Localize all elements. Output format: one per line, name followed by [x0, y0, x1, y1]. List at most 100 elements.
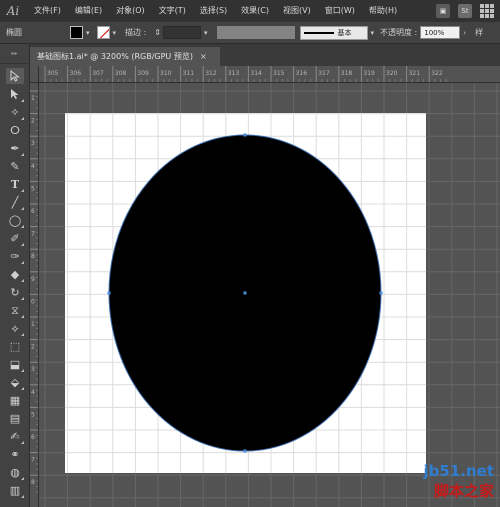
stroke-weight-dropdown-icon[interactable]: ▾	[204, 29, 208, 37]
close-icon[interactable]: ×	[200, 52, 207, 61]
curvature-tool-icon[interactable]: ✎	[6, 158, 24, 174]
menu-file[interactable]: 文件(F)	[26, 0, 68, 22]
ruler-label: 4	[31, 389, 35, 396]
stroke-weight-input[interactable]	[162, 26, 201, 39]
magic-wand-tool-icon[interactable]: ✧	[6, 104, 24, 120]
fill-dropdown-icon[interactable]: ▾	[86, 29, 90, 37]
anchor-point-top[interactable]	[243, 133, 247, 137]
pen-tool-icon[interactable]: ✒	[6, 140, 24, 156]
tools-panel: ▸▸ ✧ ⵔ ✒ ✎ T ╱ ◯ ✐ ✑ ◆ ↻ ⧖ ⟡ ⬚ ⬓ ⬙ ▦ ▤ ✍…	[0, 44, 30, 507]
ruler-label: 8	[31, 253, 35, 260]
shape-builder-tool-icon[interactable]: ⬓	[6, 356, 24, 372]
symbol-sprayer-tool-icon[interactable]: ◍	[6, 464, 24, 480]
bridge-icon[interactable]: ▣	[436, 4, 450, 18]
ruler-label: 313	[228, 70, 240, 77]
ruler-label: 3	[31, 366, 35, 373]
ruler-label: 320	[386, 70, 398, 77]
eraser-tool-icon[interactable]: ◆	[6, 266, 24, 282]
canvas[interactable]: jb51.net 脚本之家	[39, 83, 500, 507]
watermark-name: 脚本之家	[433, 482, 494, 500]
ruler-label: 315	[273, 70, 285, 77]
brush-dropdown-icon[interactable]: ▾	[371, 29, 375, 37]
watermark-url: jb51.net	[423, 462, 494, 480]
line-tool-icon[interactable]: ╱	[6, 194, 24, 210]
style-label[interactable]: 样	[475, 27, 483, 38]
anchor-point-left[interactable]	[107, 291, 111, 295]
eyedropper-tool-icon[interactable]: ✍	[6, 428, 24, 444]
gradient-tool-icon[interactable]: ▤	[6, 410, 24, 426]
ruler-label: 311	[183, 70, 195, 77]
brush-label: 基本	[337, 28, 352, 37]
menu-type[interactable]: 文字(T)	[152, 0, 193, 22]
ruler-label: 3	[31, 140, 35, 147]
ruler-label: 6	[31, 434, 35, 441]
menu-select[interactable]: 选择(S)	[193, 0, 234, 22]
ruler-corner[interactable]	[30, 66, 39, 83]
workspace-grid-icon[interactable]	[480, 4, 494, 18]
ruler-label: 306	[70, 70, 82, 77]
anchor-point-bottom[interactable]	[243, 449, 247, 453]
ruler-label: 0	[31, 298, 35, 305]
ruler-label: 312	[205, 70, 217, 77]
ruler-label: 316	[296, 70, 308, 77]
opacity-dropdown-icon[interactable]: ›	[463, 29, 466, 37]
ellipse-layer	[107, 133, 383, 453]
ruler-left[interactable]: 1 2 3 4 5 6 7 8 9 0 1 2 3 4 5 6 7 8	[30, 83, 39, 507]
perspective-grid-tool-icon[interactable]: ⬙	[6, 374, 24, 390]
ruler-top-ticks: 305 306 307 308 309 310 311 312 313 314 315 316 317 3…	[44, 66, 447, 82]
paintbrush-tool-icon[interactable]: ✐	[6, 230, 24, 246]
type-tool-icon[interactable]: T	[6, 176, 24, 192]
ruler-label: 9	[31, 276, 35, 283]
document-tab-title: 基础图标1.ai* @ 3200% (RGB/GPU 预览)	[37, 52, 193, 61]
brush-definition[interactable]: 基本	[299, 25, 368, 40]
opacity-field[interactable]: 100%	[420, 26, 461, 39]
direct-selection-tool-icon[interactable]	[6, 86, 24, 102]
free-transform-tool-icon[interactable]: ⬚	[6, 338, 24, 354]
menu-view[interactable]: 视图(V)	[276, 0, 318, 22]
menu-edit[interactable]: 编辑(E)	[68, 0, 109, 22]
selection-label: 椭圆	[6, 28, 22, 37]
anchor-point-right[interactable]	[379, 291, 383, 295]
shaper-tool-icon[interactable]: ✑	[6, 248, 24, 264]
app-logo: Ai	[6, 4, 20, 18]
ruler-label: 1	[31, 95, 35, 102]
center-point[interactable]	[243, 291, 247, 295]
lasso-tool-icon[interactable]: ⵔ	[6, 122, 24, 138]
ruler-label: 310	[160, 70, 172, 77]
selection-tool-icon[interactable]	[6, 68, 24, 84]
ruler-label: 2	[31, 344, 35, 351]
graph-tool-icon[interactable]: ▥	[6, 482, 24, 498]
control-bar: 椭圆 ▾ ▾ 描边 : ⇕ ▾ 基本 ▾ 不透明度 : 100% › 样	[0, 22, 500, 44]
ruler-label: 307	[92, 70, 104, 77]
rotate-tool-icon[interactable]: ↻	[6, 284, 24, 300]
ruler-label: 2	[31, 118, 35, 125]
stroke-stepper-icon[interactable]: ⇕	[154, 28, 161, 37]
menu-bar: Ai 文件(F) 编辑(E) 对象(O) 文字(T) 选择(S) 效果(C) 视…	[0, 0, 500, 22]
menu-object[interactable]: 对象(O)	[109, 0, 152, 22]
menu-effect[interactable]: 效果(C)	[234, 0, 276, 22]
ruler-label: 7	[31, 231, 35, 238]
stock-badge[interactable]: St	[458, 4, 472, 18]
document-tab-bar: 基础图标1.ai* @ 3200% (RGB/GPU 预览) ×	[30, 44, 500, 66]
menu: 文件(F) 编辑(E) 对象(O) 文字(T) 选择(S) 效果(C) 视图(V…	[26, 0, 404, 22]
fill-swatch[interactable]	[70, 26, 83, 39]
ruler-top[interactable]: 305 306 307 308 309 310 311 312 313 314 315 316 317 3…	[39, 66, 500, 83]
stroke-label[interactable]: 描边 :	[119, 27, 152, 38]
menu-help[interactable]: 帮助(H)	[362, 0, 404, 22]
menu-window[interactable]: 窗口(W)	[318, 0, 362, 22]
blend-tool-icon[interactable]: ⚭	[6, 446, 24, 462]
ellipse-tool-icon[interactable]: ◯	[6, 212, 24, 228]
ruler-label: 317	[318, 70, 330, 77]
stroke-swatch[interactable]	[96, 26, 110, 39]
document-tab[interactable]: 基础图标1.ai* @ 3200% (RGB/GPU 预览) ×	[30, 47, 220, 66]
brush-line-icon	[303, 31, 334, 34]
reflect-tool-icon[interactable]: ⧖	[6, 302, 24, 318]
ruler-label: 8	[31, 479, 35, 486]
mesh-tool-icon[interactable]: ▦	[6, 392, 24, 408]
variable-width-profile[interactable]	[216, 26, 295, 39]
stroke-dropdown-icon[interactable]: ▾	[113, 29, 117, 37]
tools-grip[interactable]: ▸▸	[0, 44, 29, 64]
ruler-label: 322	[431, 70, 443, 77]
ruler-label: 308	[115, 70, 127, 77]
width-tool-icon[interactable]: ⟡	[6, 320, 24, 336]
